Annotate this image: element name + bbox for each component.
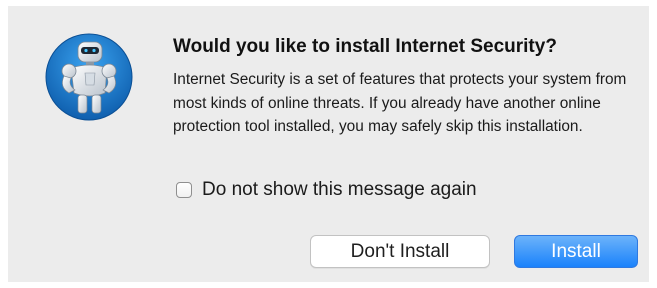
install-dialog: Would you like to install Internet Secur… [8,6,649,282]
dont-show-again-label[interactable]: Do not show this message again [202,179,477,201]
robot-app-icon [45,33,133,121]
install-button[interactable]: Install [514,235,638,268]
dont-show-again-checkbox[interactable] [176,182,192,198]
dialog-title: Would you like to install Internet Secur… [173,36,557,57]
dont-show-again-option[interactable]: Do not show this message again [176,177,477,203]
dont-install-button[interactable]: Don't Install [310,235,490,268]
dialog-message: Internet Security is a set of features t… [173,71,627,135]
